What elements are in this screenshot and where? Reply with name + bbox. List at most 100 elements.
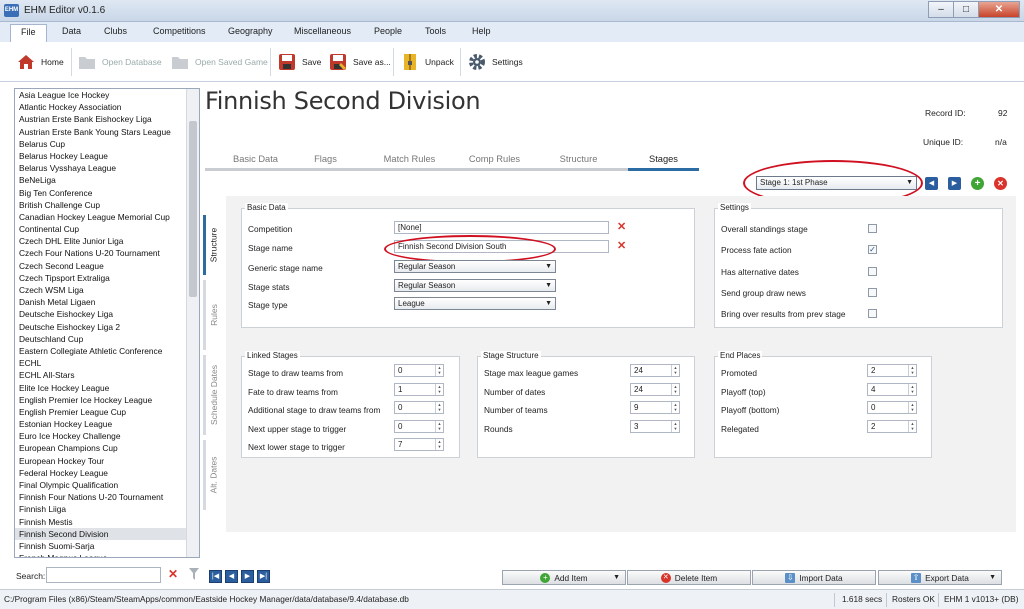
side-tab-alt-dates[interactable]: Alt. Dates: [203, 440, 221, 510]
list-item[interactable]: Final Olympic Qualification: [15, 479, 186, 491]
stepper-arrows-icon[interactable]: ▲ ▼: [671, 365, 679, 376]
generic-stage-name-select[interactable]: Regular Season ▼: [394, 260, 556, 273]
stepper-arrows-icon[interactable]: ▲ ▼: [435, 384, 443, 395]
delete-stage-icon[interactable]: ✕: [994, 177, 1007, 190]
clear-competition-icon[interactable]: ✕: [617, 220, 626, 233]
list-item[interactable]: Belarus Cup: [15, 138, 186, 150]
last-record-icon[interactable]: ▶|: [257, 570, 270, 583]
menu-miscellaneous[interactable]: Miscellaneous: [294, 26, 351, 36]
list-item[interactable]: Federal Hockey League: [15, 467, 186, 479]
list-item[interactable]: Finnish Second Division: [15, 527, 186, 540]
add-item-button[interactable]: + Add Item ▼: [502, 570, 626, 585]
stepper-arrows-icon[interactable]: ▲ ▼: [671, 402, 679, 413]
stepper-arrows-icon[interactable]: ▲ ▼: [908, 365, 916, 376]
stepper-arrows-icon[interactable]: ▲ ▼: [671, 421, 679, 432]
rounds-stepper[interactable]: 3 ▲ ▼: [630, 420, 680, 433]
next-record-icon[interactable]: ▶: [241, 570, 254, 583]
menu-file[interactable]: File: [10, 24, 47, 42]
scrollbar-thumb[interactable]: [189, 121, 197, 297]
stage-to-draw-stepper[interactable]: 0 ▲ ▼: [394, 364, 444, 377]
list-item[interactable]: British Challenge Cup: [15, 199, 186, 211]
stepper-arrows-icon[interactable]: ▲ ▼: [435, 421, 443, 432]
list-item[interactable]: Czech WSM Liga: [15, 284, 186, 296]
list-item[interactable]: Danish Metal Ligaen: [15, 296, 186, 308]
list-scrollbar[interactable]: [186, 89, 199, 557]
stepper-arrows-icon[interactable]: ▲ ▼: [908, 421, 916, 432]
save-as-button[interactable]: Save as...: [328, 50, 391, 74]
list-item[interactable]: Czech Tipsport Extraliga: [15, 272, 186, 284]
next-stage-icon[interactable]: ▶: [948, 177, 961, 190]
close-window-button[interactable]: ✕: [978, 1, 1020, 18]
list-item[interactable]: Finnish Liiga: [15, 503, 186, 515]
list-item[interactable]: Continental Cup: [15, 223, 186, 235]
stage-stats-select[interactable]: Regular Season ▼: [394, 279, 556, 292]
add-stage-icon[interactable]: +: [971, 177, 984, 190]
stepper-arrows-icon[interactable]: ▲ ▼: [435, 365, 443, 376]
menu-geography[interactable]: Geography: [228, 26, 273, 36]
side-tab-schedule-dates[interactable]: Schedule Dates: [203, 355, 221, 435]
minimize-button[interactable]: –: [928, 1, 954, 18]
menu-clubs[interactable]: Clubs: [104, 26, 127, 36]
list-item[interactable]: Estonian Hockey League: [15, 418, 186, 430]
list-item[interactable]: Big Ten Conference: [15, 187, 186, 199]
stage-type-select[interactable]: League ▼: [394, 297, 556, 310]
home-button[interactable]: Home: [16, 50, 64, 74]
alternative-dates-checkbox[interactable]: [868, 267, 877, 276]
clear-stage-name-icon[interactable]: ✕: [617, 239, 626, 252]
previous-stage-icon[interactable]: ◀: [925, 177, 938, 190]
unpack-button[interactable]: Unpack: [400, 50, 454, 74]
list-item[interactable]: Belarus Hockey League: [15, 150, 186, 162]
playoff-bottom-stepper[interactable]: 0 ▲ ▼: [867, 401, 917, 414]
list-item[interactable]: English Premier League Cup: [15, 406, 186, 418]
open-saved-game-button[interactable]: Open Saved Game: [170, 50, 268, 74]
stepper-arrows-icon[interactable]: ▲ ▼: [908, 402, 916, 413]
list-item[interactable]: French Magnus League: [15, 552, 186, 557]
list-item[interactable]: Czech DHL Elite Junior Liga: [15, 235, 186, 247]
list-item[interactable]: Elite Ice Hockey League: [15, 382, 186, 394]
list-item[interactable]: Canadian Hockey League Memorial Cup: [15, 211, 186, 223]
list-item[interactable]: Czech Four Nations U-20 Tournament: [15, 247, 186, 259]
group-draw-news-checkbox[interactable]: [868, 288, 877, 297]
list-item[interactable]: Finnish Mestis: [15, 516, 186, 528]
stepper-arrows-icon[interactable]: ▲ ▼: [671, 384, 679, 395]
additional-stage-stepper[interactable]: 0 ▲ ▼: [394, 401, 444, 414]
side-tab-structure[interactable]: Structure: [203, 215, 221, 275]
list-item[interactable]: Asia League Ice Hockey: [15, 89, 186, 101]
list-item[interactable]: Euro Ice Hockey Challenge: [15, 430, 186, 442]
promoted-stepper[interactable]: 2 ▲ ▼: [867, 364, 917, 377]
next-upper-stage-stepper[interactable]: 0 ▲ ▼: [394, 420, 444, 433]
import-data-button[interactable]: ⇩ Import Data: [752, 570, 876, 585]
chevron-down-icon[interactable]: ▼: [989, 574, 996, 581]
list-item[interactable]: Deutsche Eishockey Liga 2: [15, 321, 186, 333]
stepper-arrows-icon[interactable]: ▲ ▼: [908, 384, 916, 395]
number-of-teams-stepper[interactable]: 9 ▲ ▼: [630, 401, 680, 414]
list-item[interactable]: ECHL: [15, 357, 186, 369]
list-item[interactable]: Deutschland Cup: [15, 333, 186, 345]
max-league-games-stepper[interactable]: 24 ▲ ▼: [630, 364, 680, 377]
clear-search-icon[interactable]: ✕: [168, 567, 178, 581]
export-data-button[interactable]: ⇧ Export Data ▼: [878, 570, 1002, 585]
delete-item-button[interactable]: ✕ Delete Item: [627, 570, 751, 585]
competition-field[interactable]: [None]: [394, 221, 609, 234]
previous-record-icon[interactable]: ◀: [225, 570, 238, 583]
menu-data[interactable]: Data: [62, 26, 81, 36]
list-item[interactable]: Finnish Suomi-Sarja: [15, 540, 186, 552]
number-of-dates-stepper[interactable]: 24 ▲ ▼: [630, 383, 680, 396]
list-item[interactable]: European Champions Cup: [15, 442, 186, 454]
menu-competitions[interactable]: Competitions: [153, 26, 206, 36]
process-fate-checkbox[interactable]: ✓: [868, 245, 877, 254]
list-item[interactable]: Austrian Erste Bank Eishockey Liga: [15, 113, 186, 125]
list-item[interactable]: Austrian Erste Bank Young Stars League: [15, 126, 186, 138]
overall-standings-checkbox[interactable]: [868, 224, 877, 233]
chevron-down-icon[interactable]: ▼: [613, 574, 620, 581]
list-item[interactable]: ECHL All-Stars: [15, 369, 186, 381]
settings-button[interactable]: Settings: [467, 50, 523, 74]
list-item[interactable]: Eastern Collegiate Athletic Conference: [15, 345, 186, 357]
stepper-arrows-icon[interactable]: ▲ ▼: [435, 402, 443, 413]
tab-structure[interactable]: Structure: [528, 154, 629, 171]
fate-to-draw-stepper[interactable]: 1 ▲ ▼: [394, 383, 444, 396]
save-button[interactable]: Save: [277, 50, 321, 74]
menu-tools[interactable]: Tools: [425, 26, 446, 36]
maximize-button[interactable]: □: [953, 1, 979, 18]
tab-stages[interactable]: Stages: [628, 154, 699, 171]
